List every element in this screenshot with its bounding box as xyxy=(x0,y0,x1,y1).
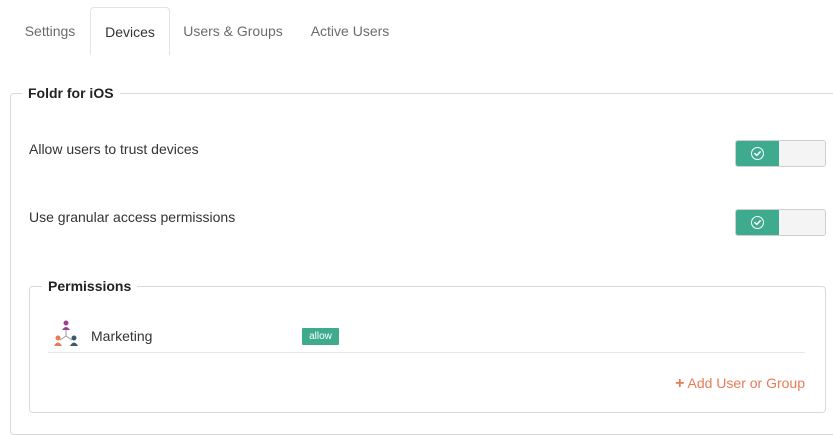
plus-icon: + xyxy=(675,375,685,392)
permission-name: Marketing xyxy=(91,328,153,344)
add-user-group-link[interactable]: + Add User or Group xyxy=(675,375,805,393)
trust-devices-label: Allow users to trust devices xyxy=(29,141,199,157)
tab-active-users[interactable]: Active Users xyxy=(300,7,400,54)
add-user-group-label: Add User or Group xyxy=(687,375,806,391)
access-badge: allow xyxy=(302,328,339,345)
permissions-title: Permissions xyxy=(42,278,138,294)
granular-permissions-toggle[interactable] xyxy=(735,209,826,236)
trust-devices-toggle[interactable] xyxy=(735,140,826,167)
check-circle-icon xyxy=(751,147,764,160)
tab-bar: Settings Devices Users & Groups Active U… xyxy=(10,7,833,55)
toggle-on-knob xyxy=(736,210,779,235)
check-circle-icon xyxy=(751,216,764,229)
section-title: Foldr for iOS xyxy=(22,85,120,101)
tab-users-groups[interactable]: Users & Groups xyxy=(173,7,293,54)
tab-settings[interactable]: Settings xyxy=(10,7,90,54)
group-icon xyxy=(51,319,81,349)
toggle-on-knob xyxy=(736,141,779,166)
granular-permissions-label: Use granular access permissions xyxy=(29,209,236,225)
permission-row[interactable]: Marketing allow xyxy=(48,318,805,353)
tab-devices[interactable]: Devices xyxy=(90,7,170,55)
